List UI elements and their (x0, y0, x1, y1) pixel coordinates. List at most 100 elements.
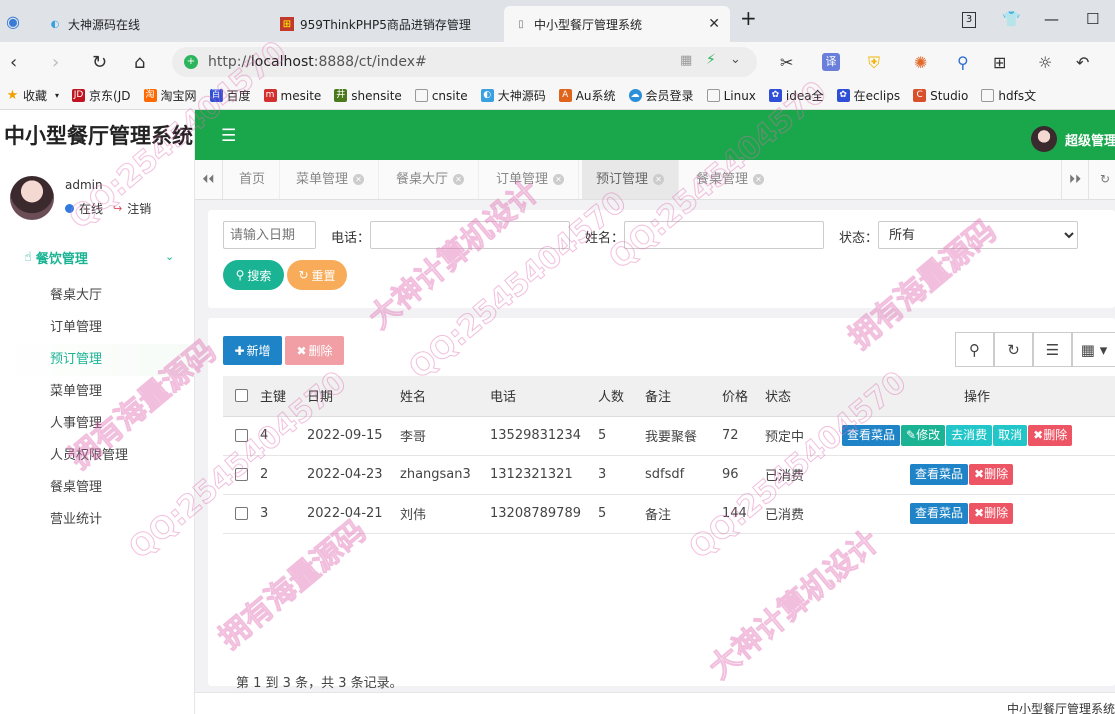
select-all-checkbox[interactable] (235, 389, 248, 403)
col-name[interactable]: 姓名 (400, 376, 490, 417)
apps-grid-icon[interactable]: ⊞ (993, 53, 1006, 72)
minimize-icon[interactable]: — (1044, 10, 1059, 28)
bookmark-item[interactable]: hdfs文 (981, 87, 1036, 104)
back-icon[interactable]: ‹ (10, 52, 17, 73)
search-button[interactable]: ⚲ 搜索 (223, 260, 284, 290)
sidebar-item-menu[interactable]: 菜单管理 (0, 376, 195, 408)
sidebar-item-permissions[interactable]: 人员权限管理 (0, 440, 195, 472)
table-columns-icon[interactable]: ▦ ▾ (1072, 332, 1115, 367)
sidebar-item-statistics[interactable]: 营业统计 (0, 504, 195, 536)
bookmark-item[interactable]: 井 shensite (334, 89, 402, 103)
bookmark-item[interactable]: ◐ 大神源码 (480, 87, 546, 104)
close-icon[interactable]: ✕ (553, 174, 565, 185)
logout-icon[interactable]: ↪ (113, 202, 122, 215)
refresh-icon[interactable]: ↻ (1091, 160, 1115, 199)
browser-tab-2[interactable]: ⊞ 959ThinkPHP5商品进销存管理 (270, 6, 502, 42)
chevron-down-icon[interactable]: ⌄ (165, 250, 174, 263)
table-row[interactable]: 4 2022-09-15 李哥 13529831234 5 我要聚餐 72 预定… (223, 416, 1115, 456)
bookmark-item[interactable]: ☁ 会员登录 (628, 87, 694, 104)
browser-tab-3[interactable]: ▯ 中小型餐厅管理系统 ✕ (504, 6, 730, 42)
search-icon[interactable]: ⚲ (957, 53, 969, 72)
table-row[interactable]: 3 2022-04-21 刘伟 13208789789 5 备注 144 已消费… (223, 494, 1115, 534)
view-dishes-button[interactable]: 查看菜品 (910, 503, 969, 524)
tab-reservations[interactable]: 预订管理 ✕ (582, 160, 680, 199)
shield-icon[interactable]: ⛨ (868, 53, 880, 73)
sidebar-item-dining-hall[interactable]: 餐桌大厅 (0, 280, 195, 312)
tabs-scroll-left-icon[interactable]: ⏴⏴ (195, 160, 223, 199)
consume-button[interactable]: 去消费 (946, 425, 993, 446)
col-status[interactable]: 状态 (765, 376, 839, 417)
view-dishes-button[interactable]: 查看菜品 (910, 464, 969, 485)
close-icon[interactable]: ✕ (453, 174, 465, 185)
col-id[interactable]: 主键 (260, 376, 307, 417)
phone-input[interactable] (370, 221, 570, 249)
col-phone[interactable]: 电话 (490, 376, 598, 417)
tab-count-icon[interactable]: 3 (962, 12, 976, 28)
edit-button[interactable]: ✎修改 (901, 425, 946, 446)
bookmark-item[interactable]: 淘淘宝网 (143, 87, 197, 104)
bookmark-item[interactable]: cnsite (414, 89, 468, 103)
tab-dining-hall[interactable]: 餐桌大厅 ✕ (382, 160, 480, 199)
bookmark-item[interactable]: A Au系统 (558, 87, 616, 104)
tab-orders[interactable]: 订单管理 ✕ (482, 160, 580, 199)
status-select[interactable]: 所有 (878, 221, 1078, 249)
close-icon[interactable]: ✕ (753, 174, 765, 185)
admin-avatar[interactable] (1031, 126, 1057, 152)
row-checkbox[interactable] (235, 429, 248, 442)
undo-icon[interactable]: ↶ (1076, 53, 1089, 72)
row-checkbox[interactable] (235, 507, 248, 520)
scissors-icon[interactable]: ✂ (780, 53, 793, 72)
reset-button[interactable]: ↻ 重置 (287, 260, 347, 290)
col-people[interactable]: 人数 (598, 376, 645, 417)
forward-icon[interactable]: › (52, 52, 59, 73)
reload-icon[interactable]: ↻ (92, 52, 107, 73)
shirt-icon[interactable]: 👕 (1002, 10, 1021, 28)
close-tab-icon[interactable]: ✕ (708, 16, 720, 32)
lightning-icon[interactable]: ⚡ (706, 52, 716, 68)
view-dishes-button[interactable]: 查看菜品 (842, 425, 901, 446)
add-button[interactable]: ✚ 新增 (223, 336, 282, 365)
bookmark-item[interactable]: 百百度 (209, 87, 251, 104)
maximize-icon[interactable]: ☐ (1086, 10, 1099, 28)
bookmark-item[interactable]: Linux (706, 89, 756, 103)
col-price[interactable]: 价格 (722, 376, 765, 417)
bookmark-item[interactable]: C Studio (913, 89, 968, 103)
bookmark-item[interactable]: JD 京东(JD (72, 87, 131, 104)
col-date[interactable]: 日期 (307, 376, 400, 417)
logout-link[interactable]: 注销 (127, 200, 151, 217)
bookmark-item[interactable]: ★ 收藏 ▾ (6, 87, 59, 104)
tab-home[interactable]: 首页 (225, 160, 281, 199)
translate-icon[interactable]: 译 (822, 53, 840, 71)
close-icon[interactable]: ✕ (653, 174, 665, 185)
table-search-icon[interactable]: ⚲ (955, 332, 994, 367)
sidebar-item-hr[interactable]: 人事管理 (0, 408, 195, 440)
url-bar[interactable]: + http://localhost:8888/ct/index# ▦ ⚡ ⌄ (172, 47, 757, 77)
bookmark-item[interactable]: m mesite (263, 89, 321, 103)
brightness-icon[interactable]: ☼ (1038, 53, 1052, 72)
qr-icon[interactable]: ▦ (680, 53, 692, 68)
delete-row-button[interactable]: ✖删除 (1028, 425, 1073, 446)
admin-name[interactable]: 超级管理员 (1065, 130, 1115, 149)
tab-table-management[interactable]: 餐桌管理 ✕ (682, 160, 778, 199)
table-refresh-icon[interactable]: ↻ (994, 332, 1033, 367)
table-toggle-view-icon[interactable]: ☰ (1033, 332, 1072, 367)
row-checkbox[interactable] (235, 468, 248, 481)
sidebar-item-orders[interactable]: 订单管理 (0, 312, 195, 344)
bookmark-item[interactable]: ✿ idea全 (768, 87, 824, 104)
table-row[interactable]: 2 2022-04-23 zhangsan3 1312321321 3 sdfs… (223, 455, 1115, 495)
new-tab-icon[interactable]: + (740, 6, 757, 30)
game-icon[interactable]: ✺ (914, 53, 927, 72)
tabs-scroll-right-icon[interactable]: ⏵⏵ (1061, 160, 1089, 199)
cancel-button[interactable]: 取消 (993, 425, 1028, 446)
tab-menu-management[interactable]: 菜单管理 ✕ (282, 160, 380, 199)
menu-toggle-icon[interactable]: ☰ (221, 126, 236, 146)
close-icon[interactable]: ✕ (353, 174, 365, 185)
sidebar-item-reservations[interactable]: 预订管理 (0, 344, 195, 376)
browser-tab-1[interactable]: ◐ 大神源码在线 (38, 6, 268, 42)
chevron-down-icon[interactable]: ⌄ (730, 52, 741, 67)
delete-button[interactable]: ✖ 删除 (285, 336, 344, 365)
home-icon[interactable]: ⌂ (134, 52, 145, 73)
delete-row-button[interactable]: ✖删除 (969, 464, 1014, 485)
name-input[interactable] (624, 221, 824, 249)
delete-row-button[interactable]: ✖删除 (969, 503, 1014, 524)
